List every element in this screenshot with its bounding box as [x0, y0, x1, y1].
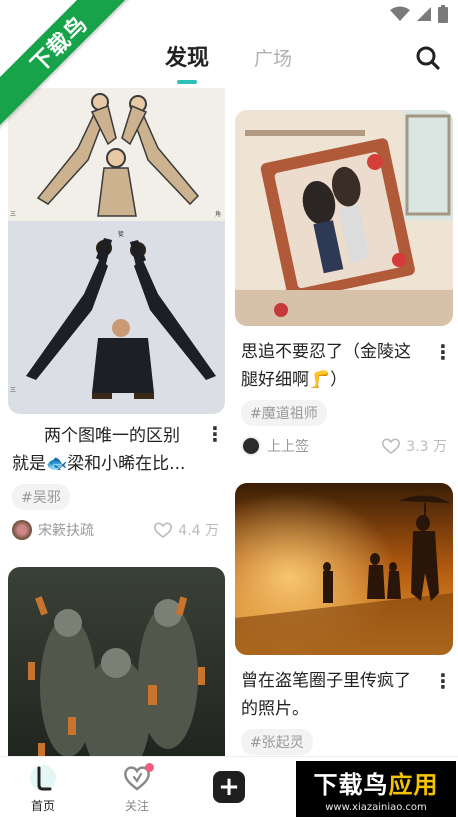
tab-follow[interactable]: 关注 [122, 763, 154, 814]
feed-right-column: 思追不要忍了（金陵这 腿好细啊🦵） ⋮ #魔道祖师 上上签 3.3 万 曾在盗笔… [235, 110, 453, 755]
avatar [241, 436, 261, 456]
tab-home-label: 首页 [30, 799, 55, 813]
image-illustration [235, 483, 453, 655]
post-meta: 上上签 3.3 万 [235, 436, 453, 456]
more-options-icon[interactable]: ⋮ [433, 671, 453, 691]
topic-tag[interactable]: #吴邪 [12, 484, 70, 510]
svg-text:徒: 徒 [118, 230, 124, 238]
caption-line-2: 的照片。 [241, 699, 309, 719]
author-name: 上上签 [267, 439, 309, 455]
post-caption[interactable]: 曾在盗笔圈子里传疯了 的照片。 [235, 667, 431, 723]
post-image-rainy-street[interactable] [235, 483, 453, 655]
author-name: 宋簌扶疏 [38, 523, 94, 539]
caption-line-1: 思追不要忍了（金陵这 [241, 342, 411, 362]
more-options-icon[interactable]: ⋮ [205, 424, 225, 444]
wifi-icon [390, 6, 410, 21]
heart-icon [154, 522, 173, 538]
post-meta: 宋簌扶疏 4.4 万 [8, 520, 225, 540]
avatar [12, 520, 32, 540]
tab-discover[interactable]: 发现 [165, 40, 209, 72]
like-button[interactable]: 4.4 万 [154, 520, 219, 540]
topic-tag[interactable]: #张起灵 [241, 729, 313, 755]
post-image-bed-scene[interactable] [235, 110, 453, 326]
like-button[interactable]: 3.3 万 [382, 436, 447, 456]
feed-left-column: 三 角 徒 三 两个图唯一的区别 就是🐟梁和小晞在比... ⋮ #吴邪 宋簌扶疏… [8, 88, 225, 777]
post-image-dark-illustration[interactable] [8, 567, 225, 777]
watermark-title-white: 下载鸟 [313, 771, 389, 799]
tab-square[interactable]: 广场 [254, 44, 292, 71]
create-post-button[interactable]: + [213, 771, 245, 803]
post-caption-block: 曾在盗笔圈子里传疯了 的照片。 ⋮ [235, 667, 453, 723]
svg-text:三: 三 [10, 387, 16, 394]
home-icon [30, 765, 56, 791]
author-info[interactable]: 宋簌扶疏 [12, 520, 94, 540]
post-caption-block: 两个图唯一的区别 就是🐟梁和小晞在比... ⋮ [8, 422, 225, 478]
like-count: 4.4 万 [178, 523, 219, 539]
plus-icon: + [218, 772, 240, 802]
signal-icon [417, 7, 431, 21]
watermark-title-yellow: 应用 [388, 771, 439, 799]
post-image-comic-vs-photo[interactable]: 三 角 徒 三 [8, 88, 225, 414]
heart-icon [382, 438, 401, 454]
tab-follow-label: 关注 [124, 799, 149, 813]
caption-line-1: 两个图唯一的区别 [44, 426, 180, 446]
post-caption[interactable]: 两个图唯一的区别 就是🐟梁和小晞在比... [8, 422, 203, 478]
post-caption[interactable]: 思追不要忍了（金陵这 腿好细啊🦵） [235, 338, 431, 394]
image-illustration [235, 110, 453, 326]
post-caption-block: 思追不要忍了（金陵这 腿好细啊🦵） ⋮ [235, 338, 453, 394]
image-illustration [8, 567, 225, 777]
svg-text:角: 角 [215, 210, 221, 218]
app-screen: 下载鸟 发现 广场 三 角 徒 三 两个图唯一的区别 就是🐟梁和小晞在比... … [0, 0, 458, 820]
battery-icon [438, 5, 448, 23]
follow-icon-wrap [122, 763, 154, 793]
notification-dot [145, 763, 154, 772]
caption-line-2: 腿好细啊🦵） [241, 370, 348, 390]
watermark-badge: 下载鸟应用 www.xiazainiao.com [296, 761, 456, 817]
watermark-url: www.xiazainiao.com [325, 802, 427, 813]
more-options-icon[interactable]: ⋮ [433, 342, 453, 362]
tab-home[interactable]: 首页 [28, 763, 58, 814]
topic-tag[interactable]: #魔道祖师 [241, 400, 327, 426]
like-count: 3.3 万 [406, 439, 447, 455]
caption-line-1: 曾在盗笔圈子里传疯了 [241, 671, 411, 691]
watermark-title: 下载鸟应用 [314, 765, 439, 800]
author-info[interactable]: 上上签 [241, 436, 309, 456]
caption-line-2: 就是🐟梁和小晞在比... [12, 454, 186, 474]
active-tab-indicator [177, 80, 197, 84]
image-illustration: 三 角 徒 三 [8, 88, 225, 414]
search-icon[interactable] [414, 44, 442, 72]
svg-text:三: 三 [10, 211, 16, 218]
